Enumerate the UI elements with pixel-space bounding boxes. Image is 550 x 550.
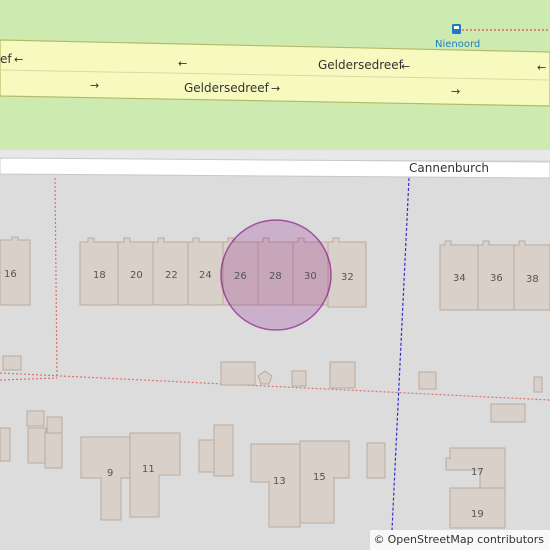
svg-text:→: → xyxy=(271,82,280,95)
svg-text:→: → xyxy=(451,85,460,98)
svg-text:→: → xyxy=(90,79,99,92)
map-canvas[interactable]: ← ← ← ← → → → ef Geldersedreef Geldersed… xyxy=(0,0,550,550)
house-number: 11 xyxy=(142,464,155,475)
buildings-bottom-row xyxy=(0,410,506,529)
bus-stop-icon[interactable] xyxy=(452,24,461,34)
house-number: 15 xyxy=(313,472,326,483)
map-attribution: © OpenStreetMap contributors xyxy=(369,530,550,550)
house-number: 26 xyxy=(234,271,247,282)
svg-text:←: ← xyxy=(537,61,546,74)
road-label-partial: ef xyxy=(0,52,12,66)
map-view[interactable]: ← ← ← ← → → → ef Geldersedreef Geldersed… xyxy=(0,0,550,550)
house-number: 16 xyxy=(4,269,17,280)
house-number: 22 xyxy=(165,270,178,281)
house-number: 32 xyxy=(341,272,354,283)
house-number: 28 xyxy=(269,271,282,282)
street-label-cannenburch: Cannenburch xyxy=(409,161,489,175)
road-label-geldersedreef-south: Geldersedreef xyxy=(184,81,270,95)
house-number: 18 xyxy=(93,270,106,281)
house-number: 34 xyxy=(453,273,466,284)
house-number: 9 xyxy=(107,468,113,479)
footpath-line xyxy=(391,177,410,531)
svg-text:←: ← xyxy=(178,57,187,70)
bus-stop-label: Nienoord xyxy=(435,39,480,50)
house-number: 38 xyxy=(526,274,539,285)
svg-text:←: ← xyxy=(14,53,23,66)
house-number: 20 xyxy=(130,270,143,281)
house-number: 17 xyxy=(471,467,484,478)
attribution-link[interactable]: OpenStreetMap contributors xyxy=(388,533,544,546)
house-number: 24 xyxy=(199,270,212,281)
house-number: 30 xyxy=(304,271,317,282)
copyright-symbol: © xyxy=(373,533,385,546)
road-label-geldersedreef-north: Geldersedreef xyxy=(318,58,404,72)
house-number: 19 xyxy=(471,509,484,520)
house-number: 13 xyxy=(273,476,286,487)
house-number: 36 xyxy=(490,273,503,284)
sheds-row xyxy=(2,355,543,423)
